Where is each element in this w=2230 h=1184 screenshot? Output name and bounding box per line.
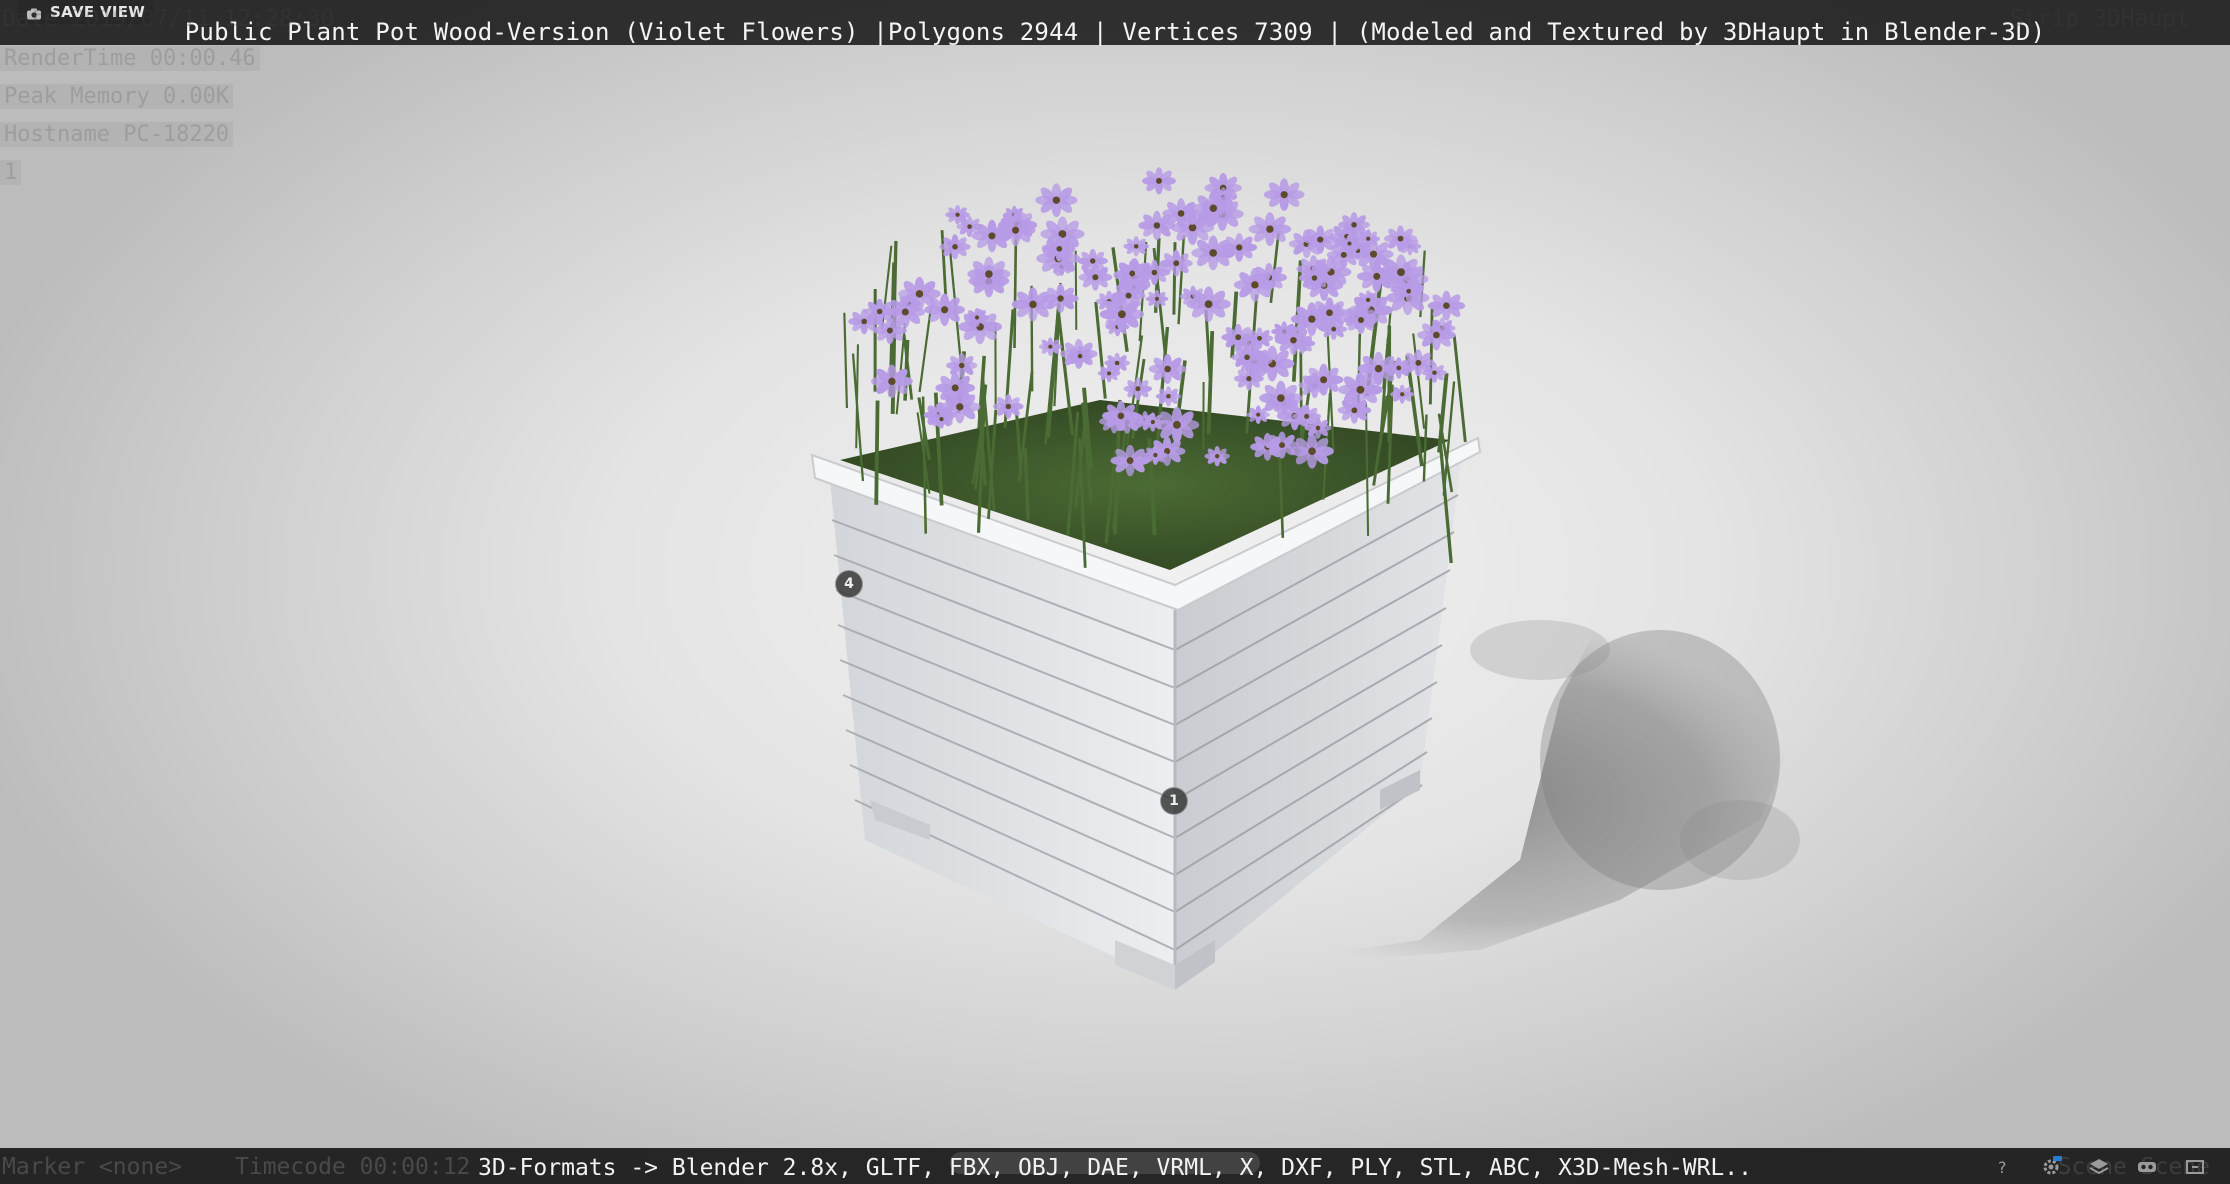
fullscreen-icon[interactable] xyxy=(2184,1156,2206,1178)
model-viewport[interactable] xyxy=(0,0,2230,1184)
help-icon[interactable]: ? xyxy=(1992,1156,2014,1178)
render-frame: 1 xyxy=(0,160,22,185)
render-date: Date 2019/07/11 12:28:30 xyxy=(2,6,335,32)
svg-text:?: ? xyxy=(1998,1158,2007,1177)
title-bar: Public Plant Pot Wood-Version (Violet Fl… xyxy=(0,0,2230,46)
render-hostname: Hostname PC-18220 xyxy=(0,122,234,147)
formats-list: 3D-Formats -> Blender 2.8x, GLTF, FBX, O… xyxy=(478,1155,1752,1181)
render-peak-memory: Peak Memory 0.00K xyxy=(0,84,234,109)
annotation-hotspot-1[interactable]: 1 xyxy=(1160,787,1188,815)
gear-icon[interactable] xyxy=(2040,1156,2062,1178)
layers-icon[interactable] xyxy=(2088,1156,2110,1178)
viewer-toolbar: ? xyxy=(1992,1156,2206,1178)
render-time: RenderTime 00:00.46 xyxy=(0,46,260,71)
vr-headset-icon[interactable] xyxy=(2136,1156,2158,1178)
render-strip: Strip 3DHaupt xyxy=(2009,6,2190,32)
annotation-hotspot-4[interactable]: 4 xyxy=(835,570,863,598)
plant-pot xyxy=(810,400,1482,990)
model-title: Public Plant Pot Wood-Version (Violet Fl… xyxy=(184,18,2046,46)
bottom-bar: Marker <none> Timecode 00:00:12 3D-Forma… xyxy=(0,1148,2230,1184)
